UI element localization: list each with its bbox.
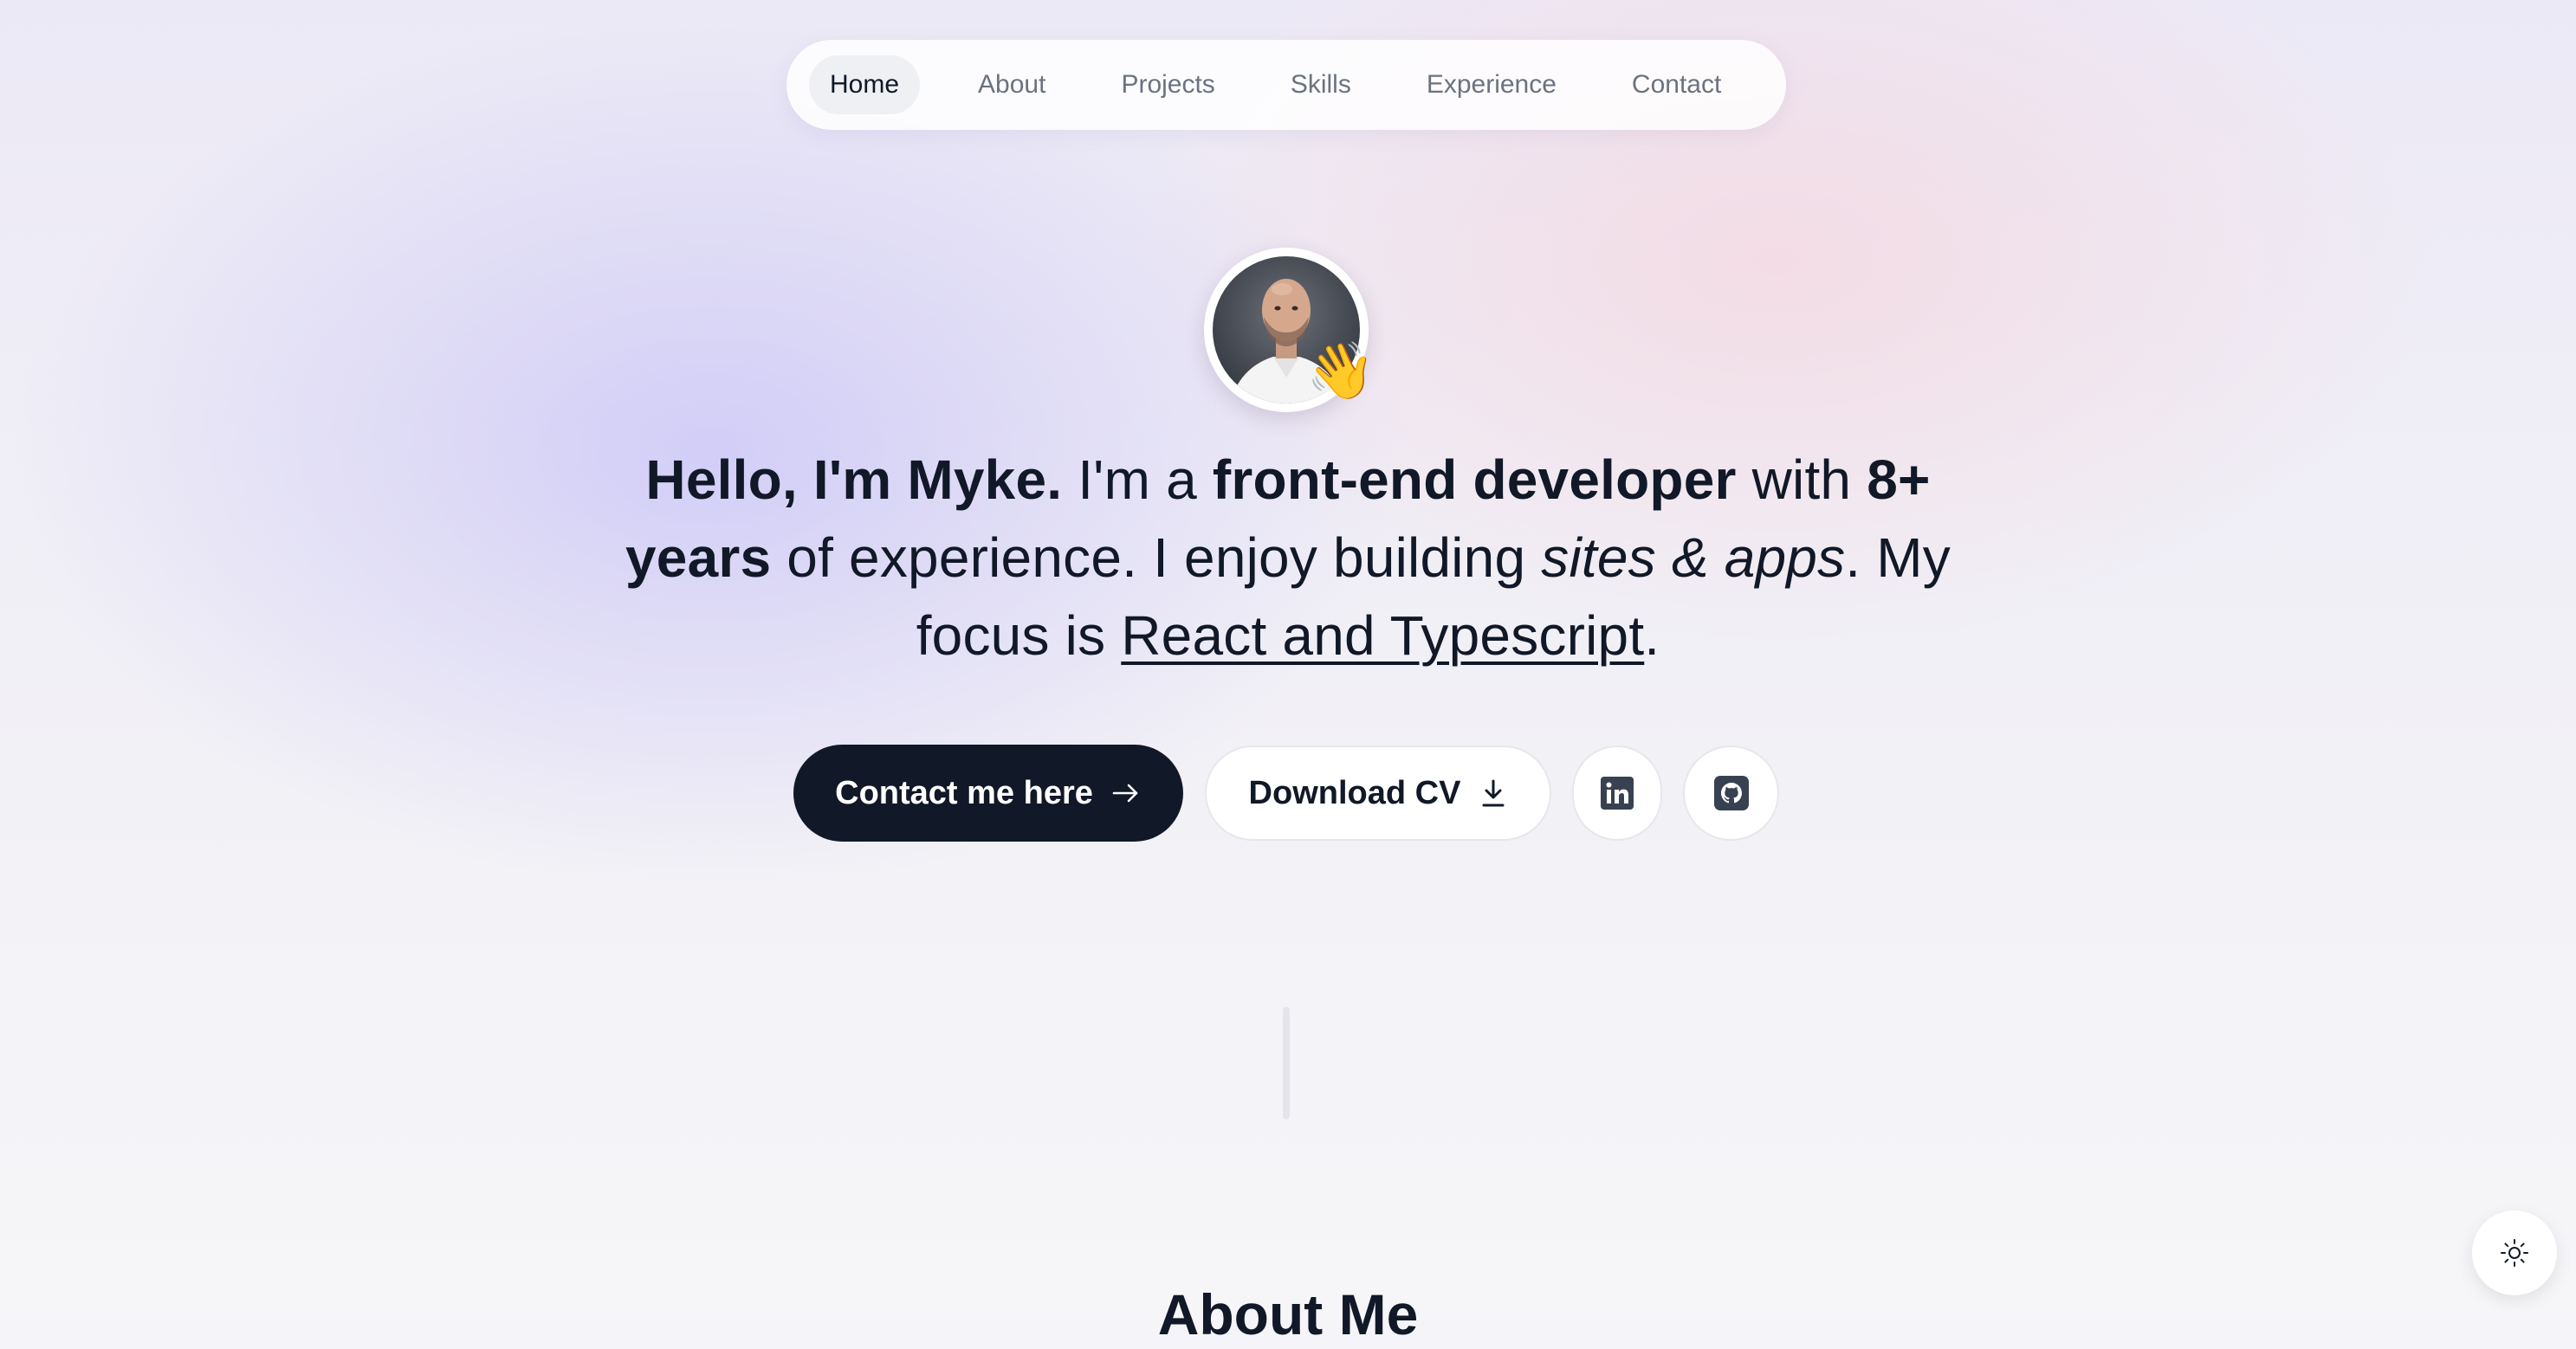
sun-icon: [2500, 1238, 2529, 1268]
nav-item-contact[interactable]: Contact: [1611, 55, 1742, 114]
hero-text: with: [1736, 449, 1867, 511]
hero-greeting: Hello, I'm Myke.: [645, 449, 1063, 511]
linkedin-icon: [1601, 777, 1634, 810]
nav-item-about[interactable]: About: [957, 55, 1066, 114]
waving-hand-icon: 👋: [1306, 339, 1375, 402]
nav-item-skills[interactable]: Skills: [1270, 55, 1372, 114]
about-section-title: About Me: [1157, 1282, 1419, 1346]
linkedin-button[interactable]: [1572, 746, 1662, 841]
theme-toggle-button[interactable]: [2472, 1210, 2557, 1295]
download-cv-button[interactable]: Download CV: [1205, 746, 1551, 841]
contact-button-label: Contact me here: [835, 774, 1093, 811]
github-button[interactable]: [1683, 746, 1779, 841]
nav-item-projects[interactable]: Projects: [1100, 55, 1235, 114]
hero-text: I'm a: [1062, 449, 1213, 511]
download-cv-label: Download CV: [1248, 774, 1461, 811]
download-icon: [1479, 778, 1507, 809]
contact-button[interactable]: Contact me here: [793, 745, 1183, 842]
nav-item-home[interactable]: Home: [809, 55, 921, 114]
github-icon: [1713, 776, 1749, 810]
top-navigation: Home About Projects Skills Experience Co…: [786, 40, 1786, 130]
hero-focus: React and Typescript: [1121, 604, 1645, 667]
nav-item-experience[interactable]: Experience: [1406, 55, 1577, 114]
arrow-right-icon: [1110, 778, 1142, 809]
hero-role: front-end developer: [1212, 449, 1737, 511]
hero-intro: Hello, I'm Myke. I'm a front-end develop…: [595, 441, 1981, 674]
hero-text: .: [1644, 604, 1660, 667]
section-divider: [1283, 1007, 1290, 1120]
hero-text: of experience. I enjoy building: [771, 526, 1542, 589]
hero-building: sites & apps: [1541, 526, 1846, 589]
